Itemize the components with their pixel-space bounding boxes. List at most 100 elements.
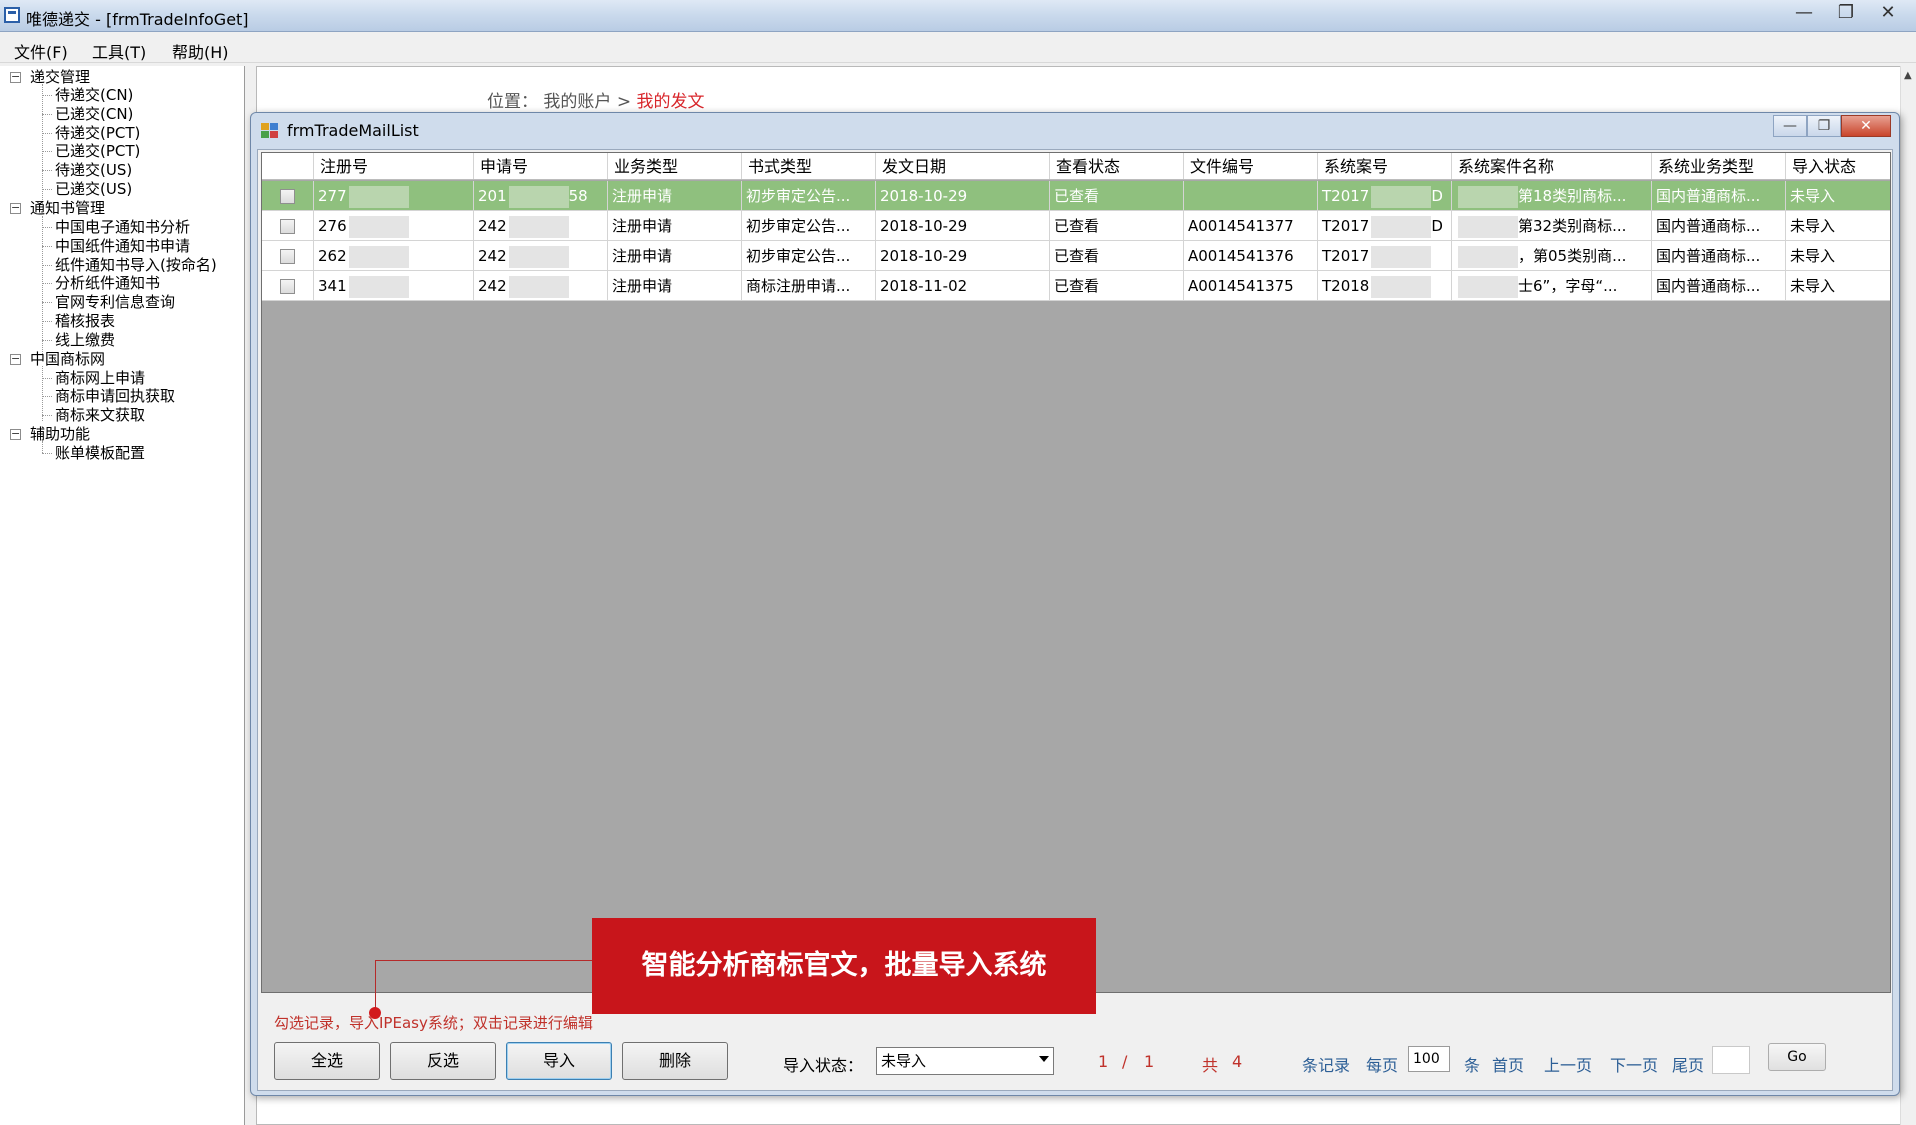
- table-row[interactable]: 262 242 注册申请 初步审定公告... 2018-10-29 已查看 A0…: [262, 241, 1890, 271]
- cell-sys-case-no: T2018: [1322, 277, 1370, 295]
- row-checkbox[interactable]: [280, 279, 295, 294]
- select-all-button[interactable]: 全选: [274, 1042, 380, 1080]
- col-sys-business-type[interactable]: 系统业务类型: [1652, 153, 1786, 179]
- redacted-block: [348, 275, 409, 298]
- row-checkbox[interactable]: [280, 219, 295, 234]
- import-button[interactable]: 导入: [506, 1042, 612, 1080]
- scroll-up-icon[interactable]: ▲: [1904, 70, 1912, 81]
- last-page-link[interactable]: 尾页: [1672, 1052, 1704, 1076]
- collapse-toggle-icon[interactable]: −: [10, 71, 21, 83]
- breadcrumb-my-account[interactable]: 我的账户: [543, 92, 611, 112]
- table-row[interactable]: 277 201 58 注册申请 初步审定公告... 2018-10-29 已查看 …: [262, 181, 1890, 211]
- tree-item-tm-incoming[interactable]: 商标来文获取: [55, 406, 145, 424]
- tree-group-notices[interactable]: 通知书管理: [30, 199, 105, 217]
- tree-group-submission[interactable]: 递交管理: [30, 68, 90, 86]
- tree-item-submitted-cn[interactable]: 已递交(CN): [55, 105, 133, 123]
- col-app-no[interactable]: 申请号: [474, 153, 608, 179]
- tree-item-tm-online-apply[interactable]: 商标网上申请: [55, 369, 145, 387]
- tree-item-tm-receipt[interactable]: 商标申请回执获取: [55, 387, 175, 405]
- next-page-link[interactable]: 下一页: [1610, 1052, 1658, 1076]
- invert-selection-button[interactable]: 反选: [390, 1042, 496, 1080]
- breadcrumb: 位置： 我的账户 > 我的发文: [487, 87, 704, 112]
- hint-text: 勾选记录，导入IPEasy系统；双击记录进行编辑: [274, 1014, 593, 1032]
- cell-view-status: 已查看: [1050, 241, 1184, 270]
- collapse-toggle-icon[interactable]: −: [10, 202, 21, 214]
- tree-item-paper-import[interactable]: 纸件通知书导入(按命名): [55, 256, 217, 274]
- tree-item-pending-pct[interactable]: 待递交(PCT): [55, 124, 140, 142]
- content-scrollbar[interactable]: ▲: [1900, 66, 1916, 1125]
- prev-page-link[interactable]: 上一页: [1544, 1052, 1592, 1076]
- tree-item-cn-e-notice[interactable]: 中国电子通知书分析: [55, 218, 190, 236]
- cell-view-status: 已查看: [1050, 271, 1184, 300]
- tree-item-online-payment[interactable]: 线上缴费: [55, 331, 115, 349]
- import-status-select[interactable]: 未导入: [876, 1047, 1054, 1075]
- tree-item-pending-us[interactable]: 待递交(US): [55, 161, 132, 179]
- cell-sys-case-name: 第18类别商标...: [1518, 187, 1627, 205]
- col-business-type[interactable]: 业务类型: [608, 153, 742, 179]
- breadcrumb-current: 我的发文: [636, 92, 705, 112]
- tree-item-pending-cn[interactable]: 待递交(CN): [55, 86, 133, 104]
- col-view-status[interactable]: 查看状态: [1050, 153, 1184, 179]
- col-form-type[interactable]: 书式类型: [742, 153, 876, 179]
- tree-item-audit-report[interactable]: 稽核报表: [55, 312, 115, 330]
- col-import-status[interactable]: 导入状态: [1786, 153, 1890, 179]
- redacted-block: [1458, 185, 1518, 208]
- child-restore-button[interactable]: ❐: [1807, 115, 1841, 137]
- menu-tools[interactable]: 工具(T): [92, 39, 146, 63]
- cell-business-type: 注册申请: [608, 271, 742, 300]
- menu-file[interactable]: 文件(F): [14, 39, 68, 63]
- tree-item-submitted-pct[interactable]: 已递交(PCT): [55, 142, 140, 160]
- cell-sys-case-no: T2017: [1322, 247, 1370, 265]
- child-title: frmTradeMailList: [287, 121, 419, 140]
- delete-button[interactable]: 删除: [622, 1042, 728, 1080]
- tree-group-aux[interactable]: 辅助功能: [30, 425, 90, 443]
- cell-sys-case-name: ，第05类别商...: [1518, 247, 1627, 265]
- cell-file-no: A0014541377: [1184, 211, 1318, 240]
- col-reg-no[interactable]: 注册号: [314, 153, 474, 179]
- cell-reg-no: 262: [318, 247, 347, 265]
- import-status-label: 导入状态：: [783, 1056, 864, 1075]
- tree-item-cn-paper-notice[interactable]: 中国纸件通知书申请: [55, 237, 190, 255]
- tree-item-submitted-us[interactable]: 已递交(US): [55, 180, 132, 198]
- callout-connector: [375, 960, 376, 1012]
- restore-button[interactable]: ❐: [1826, 2, 1866, 26]
- cell-sys-case-tail: D: [1431, 217, 1443, 235]
- collapse-toggle-icon[interactable]: −: [10, 353, 21, 365]
- table-row[interactable]: 341 242 注册申请 商标注册申请... 2018-11-02 已查看 A0…: [262, 271, 1890, 301]
- minimize-button[interactable]: —: [1784, 2, 1824, 26]
- goto-page-input[interactable]: [1712, 1046, 1750, 1074]
- cell-issue-date: 2018-10-29: [876, 181, 1050, 210]
- tree-item-analyze-paper[interactable]: 分析纸件通知书: [55, 274, 160, 292]
- tree-item-bill-template[interactable]: 账单模板配置: [55, 444, 145, 462]
- col-sys-case-name[interactable]: 系统案件名称: [1452, 153, 1652, 179]
- child-close-button[interactable]: ✕: [1841, 115, 1891, 137]
- cell-sys-case-no: T2017: [1322, 217, 1370, 235]
- col-sys-case-no[interactable]: 系统案号: [1318, 153, 1452, 179]
- first-page-link[interactable]: 首页: [1492, 1052, 1524, 1076]
- table-row[interactable]: 276 242 注册申请 初步审定公告... 2018-10-29 已查看 A0…: [262, 211, 1890, 241]
- redacted-block: [1371, 215, 1432, 238]
- go-button[interactable]: Go: [1768, 1043, 1826, 1071]
- per-page-input[interactable]: 100: [1408, 1046, 1450, 1072]
- total-prefix: 共: [1202, 1056, 1219, 1075]
- col-file-no[interactable]: 文件编号: [1184, 153, 1318, 179]
- tree-item-patent-query[interactable]: 官网专利信息查询: [55, 293, 175, 311]
- close-button[interactable]: ✕: [1868, 2, 1908, 26]
- child-minimize-button[interactable]: —: [1773, 115, 1807, 137]
- row-checkbox[interactable]: [280, 189, 295, 204]
- cell-app-no: 242: [478, 277, 507, 295]
- cell-app-no: 242: [478, 247, 507, 265]
- col-issue-date[interactable]: 发文日期: [876, 153, 1050, 179]
- callout-connector: [375, 960, 593, 961]
- redacted-block: [1458, 275, 1518, 298]
- collapse-toggle-icon[interactable]: −: [10, 428, 21, 440]
- row-checkbox[interactable]: [280, 249, 295, 264]
- app-icon: [4, 7, 20, 23]
- cell-issue-date: 2018-10-29: [876, 241, 1050, 270]
- cell-view-status: 已查看: [1050, 211, 1184, 240]
- cell-import-status: 未导入: [1786, 241, 1890, 270]
- redacted-block: [348, 215, 409, 238]
- per-page-label: 每页: [1366, 1056, 1399, 1075]
- menu-help[interactable]: 帮助(H): [172, 39, 229, 63]
- child-titlebar: frmTradeMailList — ❐ ✕: [251, 113, 1899, 149]
